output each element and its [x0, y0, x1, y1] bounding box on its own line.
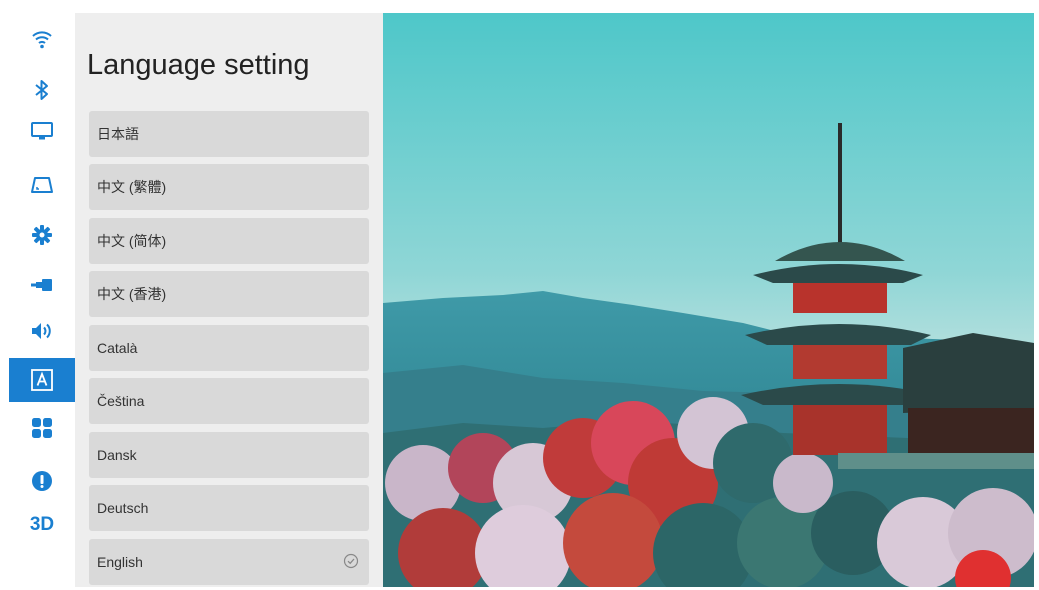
selected-check-icon — [343, 553, 359, 569]
bluetooth-icon — [35, 80, 48, 100]
language-option-hong-kong-chinese[interactable]: 中文 (香港) — [89, 271, 369, 317]
language-label: Català — [97, 340, 138, 356]
language-option-simplified-chinese[interactable]: 中文 (简体) — [89, 218, 369, 264]
sidebar-item-apps[interactable] — [9, 406, 75, 450]
background-photo — [383, 13, 1034, 587]
language-label: 日本語 — [97, 126, 139, 142]
projector-settings-screen: 3D Language setting 日本語 中文 (繁體) 中文 (简体) … — [9, 13, 1034, 587]
language-option-english[interactable]: English — [89, 539, 369, 585]
language-option-german[interactable]: Deutsch — [89, 485, 369, 531]
sidebar-item-info[interactable] — [9, 459, 75, 503]
settings-sidebar: 3D — [9, 13, 75, 587]
volume-icon — [32, 323, 51, 339]
sidebar-item-input-source[interactable] — [9, 263, 75, 307]
language-icon — [31, 369, 53, 391]
language-label: Deutsch — [97, 500, 149, 516]
sidebar-item-3d[interactable]: 3D — [9, 503, 75, 547]
input-source-icon — [31, 279, 52, 291]
apps-grid-icon — [32, 418, 52, 438]
language-option-catalan[interactable]: Català — [89, 325, 369, 371]
language-panel: Language setting 日本語 中文 (繁體) 中文 (简体) 中文 … — [75, 13, 383, 587]
display-icon — [31, 122, 53, 140]
sidebar-item-volume[interactable] — [9, 309, 75, 353]
language-option-danish[interactable]: Dansk — [89, 432, 369, 478]
sidebar-item-settings[interactable] — [9, 213, 75, 257]
sidebar-item-wifi[interactable] — [9, 17, 75, 61]
language-option-japanese[interactable]: 日本語 — [89, 111, 369, 157]
sidebar-item-language[interactable] — [9, 358, 75, 402]
page-title: Language setting — [87, 49, 310, 81]
sidebar-item-display[interactable] — [9, 109, 75, 153]
3d-icon: 3D — [29, 514, 55, 535]
info-icon — [32, 471, 52, 491]
language-label: Dansk — [97, 447, 137, 463]
language-label: 中文 (简体) — [97, 233, 167, 249]
language-option-czech[interactable]: Čeština — [89, 378, 369, 424]
gear-icon — [32, 225, 52, 245]
keystone-icon — [31, 177, 53, 193]
wifi-icon — [32, 31, 52, 49]
language-option-traditional-chinese[interactable]: 中文 (繁體) — [89, 164, 369, 210]
language-label: English — [97, 554, 143, 570]
language-label: 中文 (香港) — [97, 286, 167, 302]
sidebar-item-bluetooth[interactable] — [9, 68, 75, 112]
sidebar-item-keystone[interactable] — [9, 163, 75, 207]
language-label: Čeština — [97, 393, 145, 409]
language-label: 中文 (繁體) — [97, 179, 167, 195]
